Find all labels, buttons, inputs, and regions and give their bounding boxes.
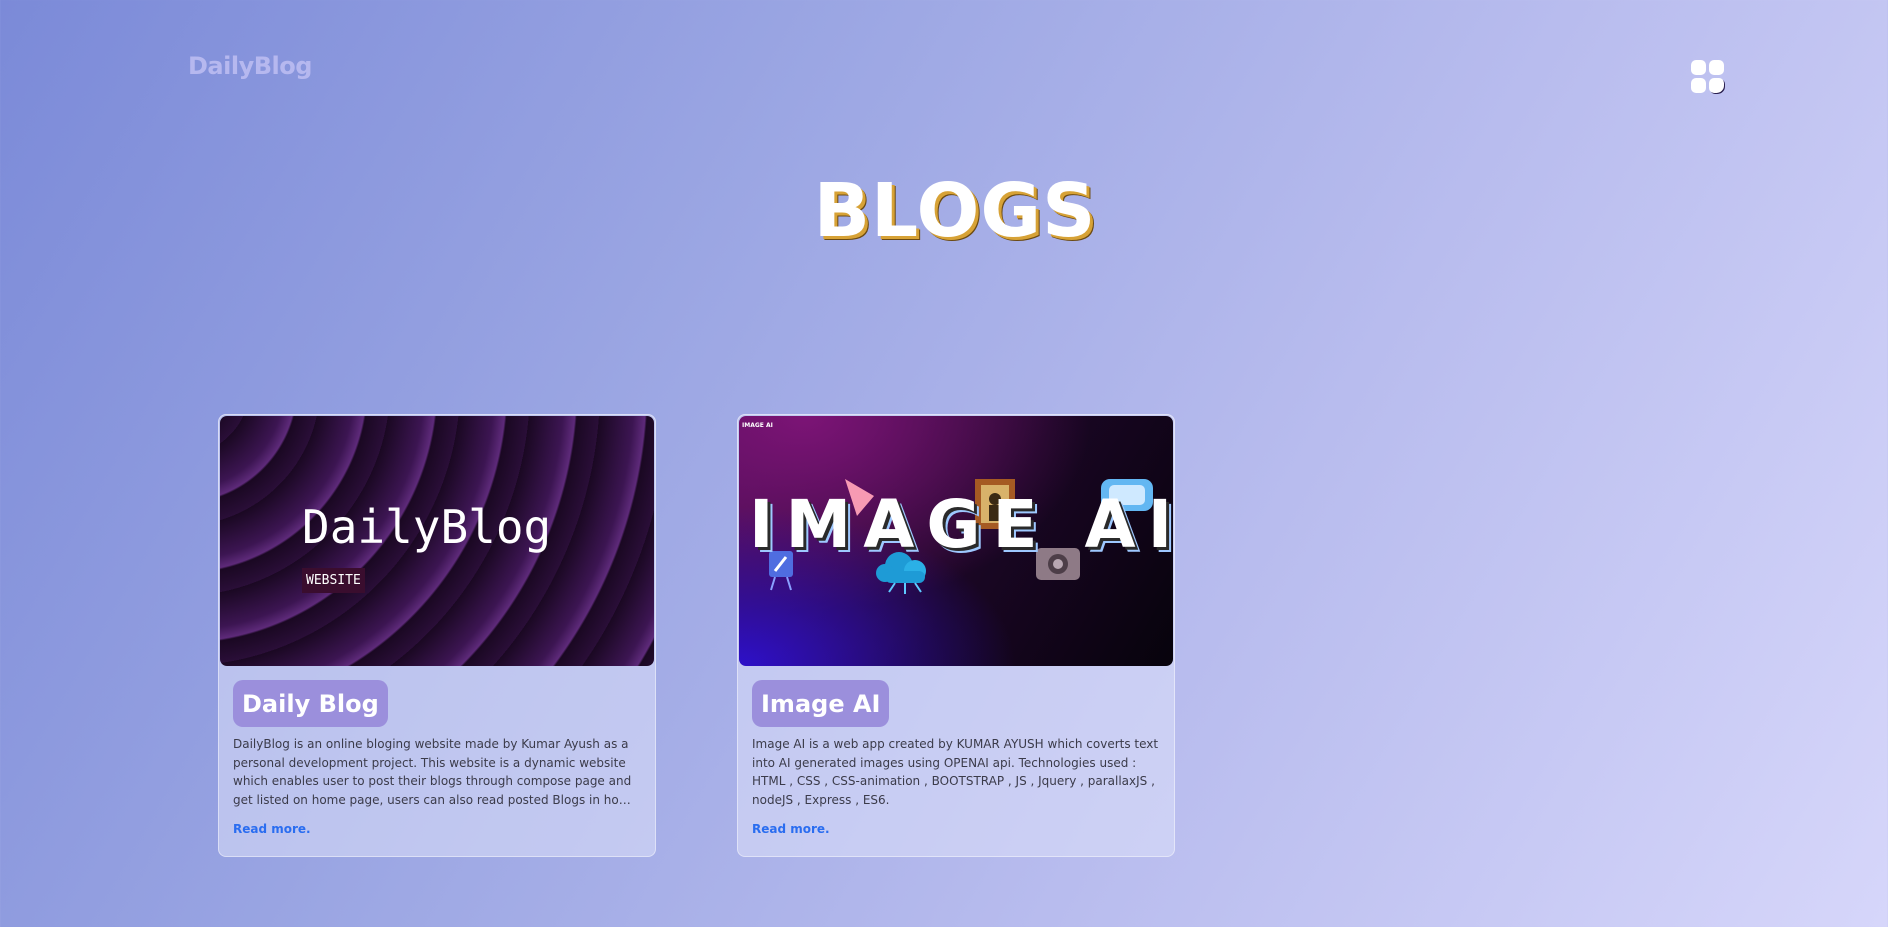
card-body: Daily Blog DailyBlog is an online blogin… — [233, 680, 641, 836]
read-more-link[interactable]: Read more. — [233, 822, 641, 836]
card-title: Image AI — [752, 680, 890, 727]
card-title: Daily Blog — [233, 680, 388, 727]
read-more-link[interactable]: Read more. — [752, 822, 1160, 836]
card-body: Image AI Image AI is a web app created b… — [752, 680, 1160, 836]
card-description: DailyBlog is an online bloging website m… — [233, 737, 638, 807]
image-tag: WEBSITE — [302, 568, 365, 593]
blog-card-daily-blog: DailyBlog WEBSITE Daily Blog DailyBlog i… — [218, 414, 656, 857]
image-ai-heading: IMAGE AI — [749, 486, 1173, 563]
brand-logo[interactable]: DailyBlog — [188, 52, 312, 80]
grid-menu-icon[interactable] — [1691, 60, 1725, 94]
blog-card-image-ai: IMAGE AI IMAGE AI Image AI Image AI is a… — [737, 414, 1175, 857]
page-title: BLOGS — [813, 168, 1097, 254]
card-description: Image AI is a web app created by KUMAR A… — [752, 737, 1159, 807]
menu-square — [1691, 78, 1706, 93]
menu-square — [1691, 60, 1706, 75]
blog-card-image[interactable]: DailyBlog WEBSITE — [220, 416, 654, 666]
image-logo-text: DailyBlog — [302, 500, 552, 554]
blog-card-image[interactable]: IMAGE AI IMAGE AI — [739, 416, 1173, 666]
menu-square — [1709, 60, 1724, 75]
menu-square — [1709, 78, 1724, 93]
